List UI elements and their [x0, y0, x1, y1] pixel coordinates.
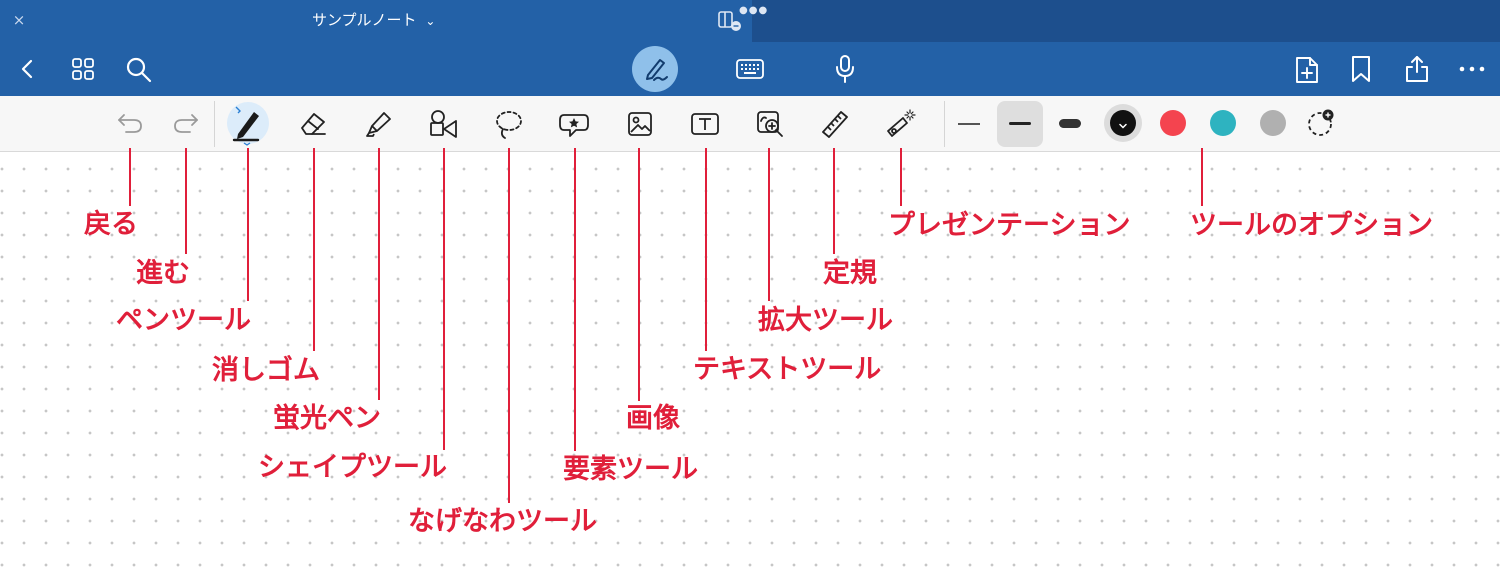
note-title-button[interactable]: サンプルノート ⌄: [312, 10, 435, 31]
leader-line: [508, 148, 510, 503]
stroke-width-thick[interactable]: [1059, 119, 1081, 128]
image-icon[interactable]: [626, 110, 654, 138]
label-back: 戻る: [84, 209, 138, 240]
leader-line: [833, 148, 835, 254]
label-shape-tool: シェイプツール: [258, 452, 447, 483]
leader-line: [705, 148, 707, 351]
back-icon[interactable]: [17, 58, 39, 80]
title-bar-secondary: [752, 0, 1500, 42]
label-tool-options: ツールのオプション: [1190, 210, 1433, 241]
element-tool-icon[interactable]: [558, 111, 590, 139]
color-swatch-red[interactable]: [1160, 110, 1186, 136]
leader-line: [378, 148, 380, 400]
lasso-icon[interactable]: [494, 109, 524, 141]
label-eraser: 消しゴム: [212, 355, 320, 386]
presentation-icon[interactable]: [885, 106, 919, 140]
share-icon[interactable]: [1404, 54, 1430, 84]
eraser-icon[interactable]: [298, 110, 328, 138]
more-icon[interactable]: [1459, 62, 1485, 76]
microphone-icon[interactable]: [833, 54, 857, 84]
color-swatch-gray[interactable]: [1260, 110, 1286, 136]
color-swatch-teal[interactable]: [1210, 110, 1236, 136]
undo-icon[interactable]: [116, 112, 144, 136]
note-title: サンプルノート: [312, 11, 417, 29]
text-tool-icon[interactable]: [689, 111, 721, 137]
search-icon[interactable]: [125, 56, 153, 84]
label-pen-tool: ペンツール: [116, 305, 251, 336]
pen-tool-icon: [230, 104, 266, 146]
label-element-tool: 要素ツール: [563, 454, 698, 485]
leader-line: [768, 148, 770, 301]
add-color-icon[interactable]: [1306, 108, 1336, 138]
leader-line: [443, 148, 445, 450]
leader-line: [900, 148, 902, 206]
label-ruler: 定規: [823, 258, 877, 289]
label-forward: 進む: [136, 258, 190, 289]
leader-line: [1201, 148, 1203, 206]
pen-mode-icon: [642, 55, 670, 83]
keyboard-icon[interactable]: [735, 57, 765, 81]
close-window-button[interactable]: ×: [10, 8, 28, 32]
add-page-icon[interactable]: [1294, 55, 1320, 85]
leader-line: [638, 148, 640, 401]
stroke-width-medium: [1009, 122, 1031, 125]
label-presentation: プレゼンテーション: [888, 210, 1131, 241]
bookmark-icon[interactable]: [1350, 55, 1372, 83]
label-zoom-tool: 拡大ツール: [758, 305, 893, 336]
multitask-dots-icon[interactable]: ●●●: [739, 5, 768, 17]
chevron-down-icon: ⌄: [425, 14, 436, 28]
label-image: 画像: [626, 403, 680, 434]
label-text-tool: テキストツール: [693, 354, 882, 385]
leader-line: [185, 148, 187, 254]
label-highlighter: 蛍光ペン: [273, 403, 381, 434]
toolbar-divider: [214, 101, 215, 147]
highlighter-icon[interactable]: [365, 109, 393, 139]
chevron-down-icon: [1117, 117, 1129, 136]
redo-icon[interactable]: [172, 112, 200, 136]
label-lasso: なげなわツール: [408, 506, 597, 537]
leader-line: [313, 148, 315, 351]
ruler-icon[interactable]: [820, 108, 850, 140]
leader-line: [574, 148, 576, 451]
stroke-width-thin[interactable]: [958, 123, 980, 125]
grid-icon[interactable]: [71, 57, 95, 81]
toolbar-divider: [944, 101, 945, 147]
leader-line: [247, 148, 249, 301]
zoom-tool-icon[interactable]: [755, 109, 785, 139]
shape-tool-icon[interactable]: [428, 109, 460, 139]
leader-line: [129, 148, 131, 206]
